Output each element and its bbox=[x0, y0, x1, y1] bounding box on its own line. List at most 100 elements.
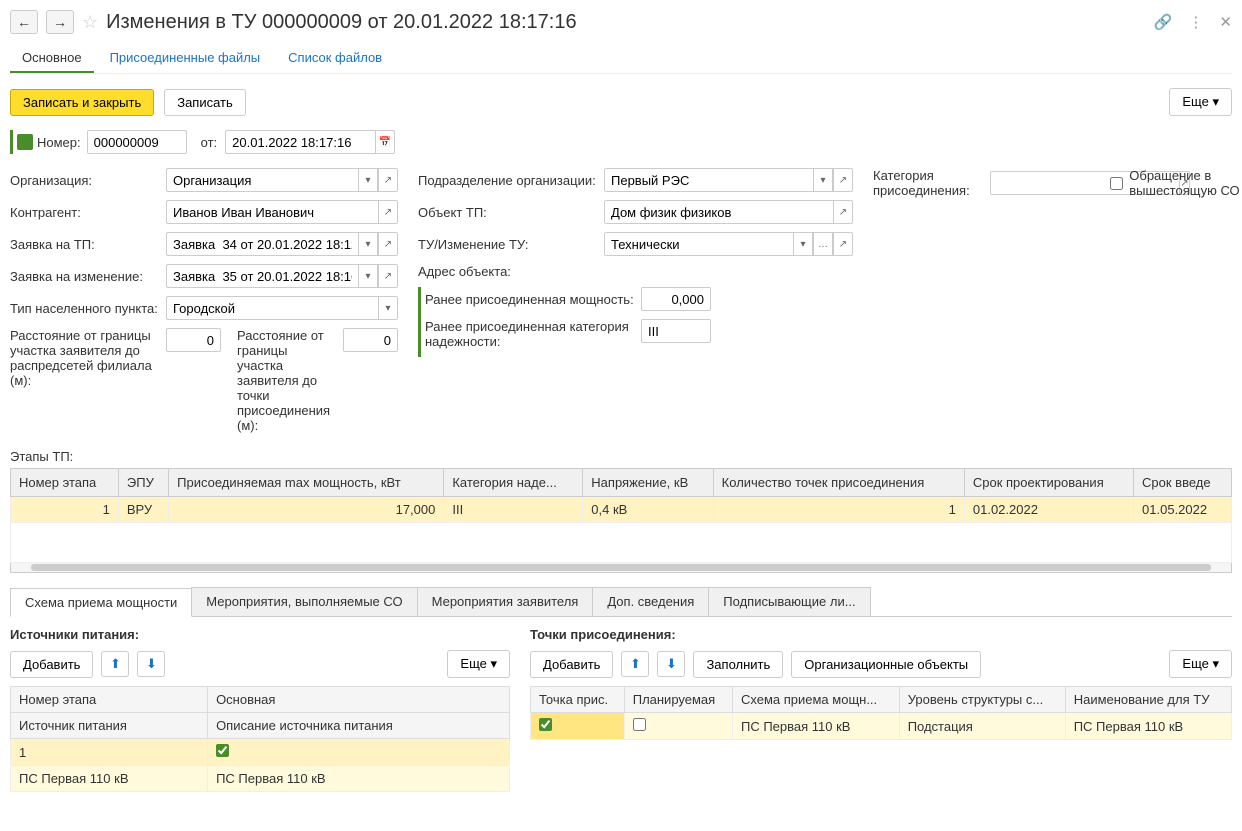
col-desc[interactable]: Описание источника питания bbox=[208, 713, 510, 739]
stages-label: Этапы ТП: bbox=[10, 449, 1232, 464]
col-epu[interactable]: ЭПУ bbox=[118, 469, 168, 497]
subtab-applicant[interactable]: Мероприятия заявителя bbox=[417, 587, 594, 616]
applchange-input[interactable] bbox=[166, 264, 358, 288]
star-icon[interactable]: ☆ bbox=[82, 12, 98, 33]
move-up-button[interactable]: ⬆ bbox=[621, 651, 649, 677]
open-icon[interactable]: ↗ bbox=[833, 232, 853, 256]
date-input[interactable] bbox=[225, 130, 375, 154]
fill-button[interactable]: Заполнить bbox=[693, 651, 783, 678]
subtab-signers[interactable]: Подписывающие ли... bbox=[708, 587, 870, 616]
open-icon[interactable]: ↗ bbox=[833, 168, 853, 192]
link-icon[interactable]: 🔗 bbox=[1154, 13, 1173, 31]
prevcat-input[interactable] bbox=[641, 319, 711, 343]
kebab-icon[interactable]: ⋮ bbox=[1188, 13, 1203, 31]
col-voltage[interactable]: Напряжение, кВ bbox=[583, 469, 713, 497]
more-points-button[interactable]: Еще ▾ bbox=[1169, 650, 1232, 678]
nav-back-button[interactable]: ← bbox=[10, 10, 38, 34]
open-icon[interactable]: ↗ bbox=[378, 232, 398, 256]
planned-checkbox[interactable] bbox=[633, 718, 646, 731]
move-down-button[interactable]: ⬇ bbox=[137, 651, 165, 677]
col-stage[interactable]: Номер этапа bbox=[11, 687, 208, 713]
subdiv-label: Подразделение организации: bbox=[418, 173, 598, 188]
escalate-checkbox[interactable] bbox=[1110, 177, 1123, 190]
main-checkbox[interactable] bbox=[216, 744, 229, 757]
open-icon[interactable]: ↗ bbox=[378, 168, 398, 192]
nav-forward-button[interactable]: → bbox=[46, 10, 74, 34]
appltp-input[interactable] bbox=[166, 232, 358, 256]
col-nametu[interactable]: Наименование для ТУ bbox=[1065, 687, 1231, 713]
col-planned[interactable]: Планируемая bbox=[624, 687, 732, 713]
sources-table: Номер этапа Основная Источник питания Оп… bbox=[10, 686, 510, 792]
save-button[interactable]: Записать bbox=[164, 89, 246, 116]
objecttp-input[interactable] bbox=[604, 200, 833, 224]
settlement-input[interactable] bbox=[166, 296, 378, 320]
table-row[interactable]: ПС Первая 110 кВ Подстация ПС Первая 110… bbox=[531, 713, 1232, 740]
escalate-label: Обращение в вышестоящую СО bbox=[1129, 168, 1242, 198]
col-commission[interactable]: Срок введе bbox=[1134, 469, 1232, 497]
table-row[interactable]: ПС Первая 110 кВ ПС Первая 110 кВ bbox=[11, 766, 510, 792]
dropdown-icon[interactable]: ▾ bbox=[813, 168, 833, 192]
dropdown-icon[interactable]: ▾ bbox=[358, 168, 378, 192]
col-source[interactable]: Источник питания bbox=[11, 713, 208, 739]
tuchange-input[interactable] bbox=[604, 232, 793, 256]
col-level[interactable]: Уровень структуры с... bbox=[899, 687, 1065, 713]
scrollbar[interactable] bbox=[10, 563, 1232, 573]
dropdown-icon[interactable]: ▾ bbox=[378, 296, 398, 320]
table-row[interactable] bbox=[11, 523, 1232, 563]
add-source-button[interactable]: Добавить bbox=[10, 651, 93, 678]
tab-files[interactable]: Присоединенные файлы bbox=[98, 44, 273, 73]
number-input[interactable] bbox=[87, 130, 187, 154]
tag-icon bbox=[17, 134, 33, 150]
objecttp-label: Объект ТП: bbox=[418, 205, 598, 220]
sources-title: Источники питания: bbox=[10, 627, 510, 642]
objaddr-label: Адрес объекта: bbox=[418, 264, 598, 279]
move-up-button[interactable]: ⬆ bbox=[101, 651, 129, 677]
subtab-so[interactable]: Мероприятия, выполняемые СО bbox=[191, 587, 417, 616]
subdiv-input[interactable] bbox=[604, 168, 813, 192]
dist2-input[interactable] bbox=[343, 328, 398, 352]
org-objects-button[interactable]: Организационные объекты bbox=[791, 651, 981, 678]
col-stage-num[interactable]: Номер этапа bbox=[11, 469, 119, 497]
move-down-button[interactable]: ⬇ bbox=[657, 651, 685, 677]
more-button[interactable]: Еще ▾ bbox=[1169, 88, 1232, 116]
col-point[interactable]: Точка прис. bbox=[531, 687, 625, 713]
number-label: Номер: bbox=[37, 135, 81, 150]
prevpower-input[interactable] bbox=[641, 287, 711, 311]
status-bar bbox=[418, 287, 421, 357]
contragent-input[interactable] bbox=[166, 200, 378, 224]
table-row[interactable]: 1 ВРУ 17,000 III 0,4 кВ 1 01.02.2022 01.… bbox=[11, 497, 1232, 523]
open-icon[interactable]: ↗ bbox=[378, 264, 398, 288]
point-checkbox[interactable] bbox=[539, 718, 552, 731]
dist1-input[interactable] bbox=[166, 328, 221, 352]
col-power[interactable]: Присоединяемая max мощность, кВт bbox=[169, 469, 444, 497]
calendar-icon[interactable]: 📅 bbox=[375, 130, 395, 154]
prevpower-label: Ранее присоединенная мощность: bbox=[425, 292, 635, 307]
subtab-scheme[interactable]: Схема приема мощности bbox=[10, 588, 192, 617]
col-scheme[interactable]: Схема приема мощн... bbox=[732, 687, 899, 713]
subtab-extra[interactable]: Доп. сведения bbox=[592, 587, 709, 616]
org-label: Организация: bbox=[10, 173, 160, 188]
dropdown-icon[interactable]: ▾ bbox=[358, 264, 378, 288]
more-sources-button[interactable]: Еще ▾ bbox=[447, 650, 510, 678]
dist2-label: Расстояние от границы участка заявителя … bbox=[237, 328, 337, 433]
appltp-label: Заявка на ТП: bbox=[10, 237, 160, 252]
dropdown-icon[interactable]: ▾ bbox=[793, 232, 813, 256]
add-point-button[interactable]: Добавить bbox=[530, 651, 613, 678]
open-icon[interactable]: ↗ bbox=[833, 200, 853, 224]
contragent-label: Контрагент: bbox=[10, 205, 160, 220]
save-close-button[interactable]: Записать и закрыть bbox=[10, 89, 154, 116]
col-points[interactable]: Количество точек присоединения bbox=[713, 469, 964, 497]
org-input[interactable] bbox=[166, 168, 358, 192]
col-design[interactable]: Срок проектирования bbox=[964, 469, 1133, 497]
applchange-label: Заявка на изменение: bbox=[10, 269, 160, 284]
tab-filelist[interactable]: Список файлов bbox=[276, 44, 394, 73]
col-main[interactable]: Основная bbox=[208, 687, 510, 713]
dist1-label: Расстояние от границы участка заявителя … bbox=[10, 328, 160, 388]
ellipsis-icon[interactable]: … bbox=[813, 232, 833, 256]
col-cat[interactable]: Категория наде... bbox=[444, 469, 583, 497]
close-icon[interactable]: ✕ bbox=[1219, 13, 1232, 31]
table-row[interactable]: 1 bbox=[11, 739, 510, 766]
tab-main[interactable]: Основное bbox=[10, 44, 94, 73]
dropdown-icon[interactable]: ▾ bbox=[358, 232, 378, 256]
open-icon[interactable]: ↗ bbox=[378, 200, 398, 224]
